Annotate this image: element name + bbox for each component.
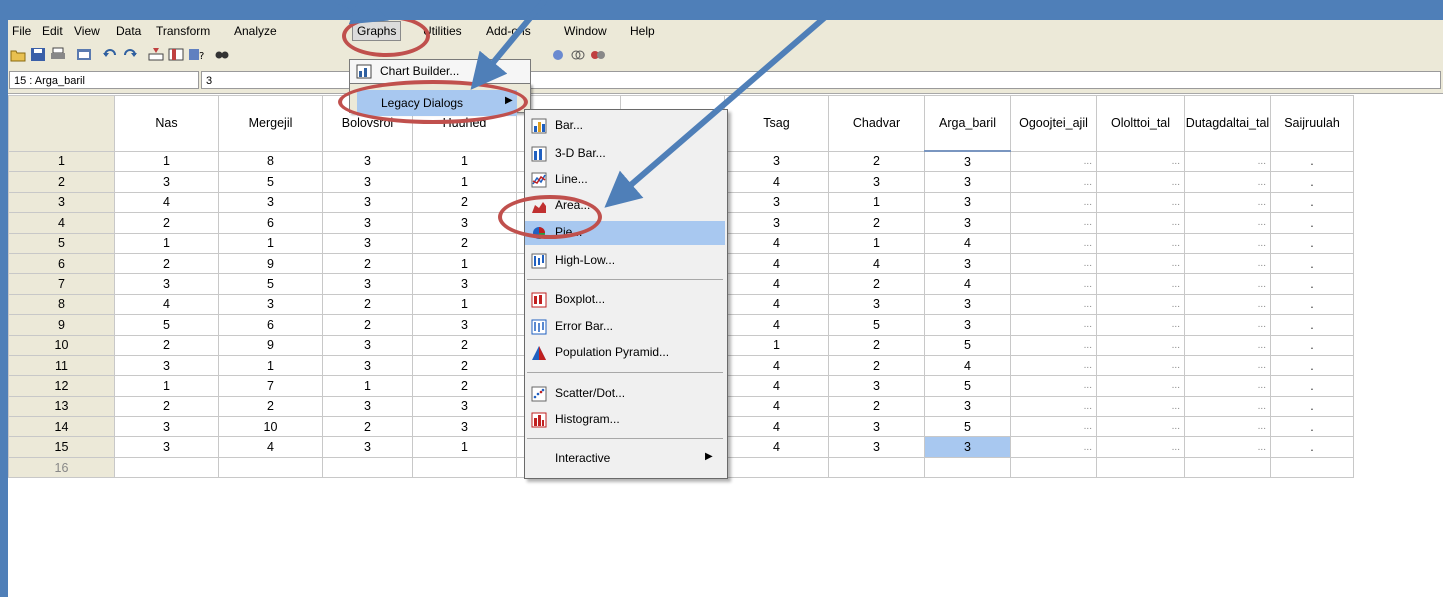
arrow-to-graphs bbox=[334, 0, 389, 25]
arrow-to-chart-builder bbox=[470, 0, 548, 90]
arrow-to-pie bbox=[604, 0, 847, 208]
annotation-arrows bbox=[334, 0, 847, 208]
arrow-to-legacy bbox=[410, 0, 423, 18]
